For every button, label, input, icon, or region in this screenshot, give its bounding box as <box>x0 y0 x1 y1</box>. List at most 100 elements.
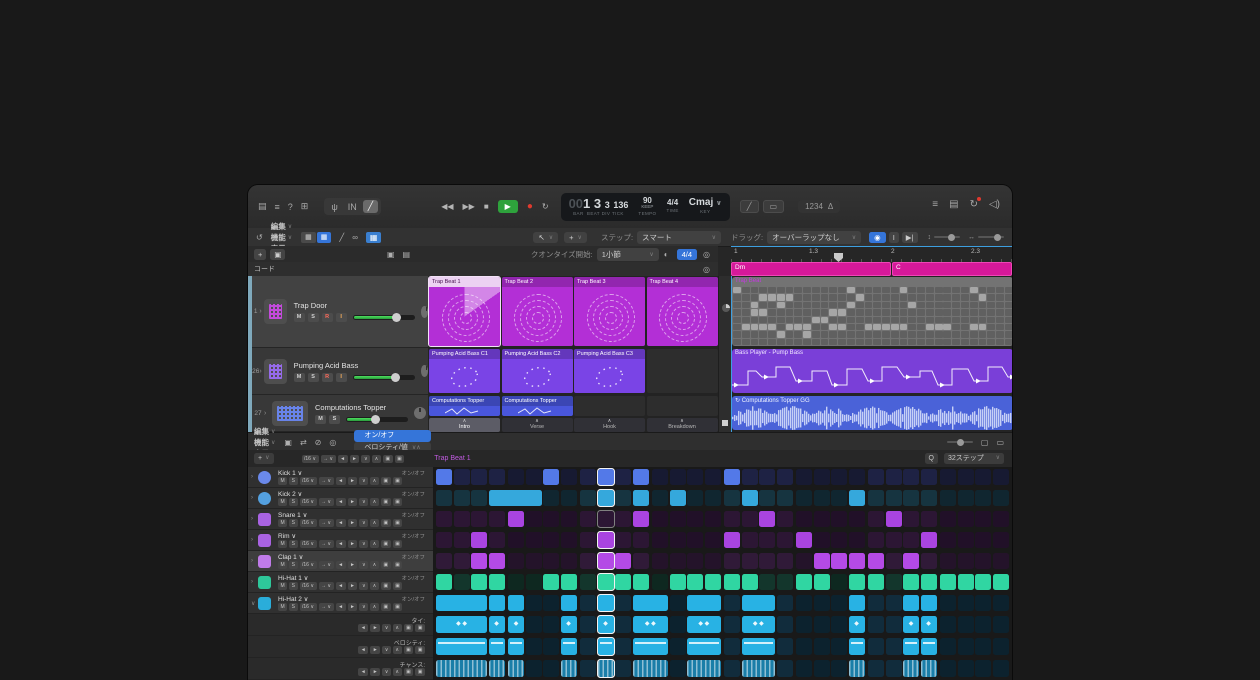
nudge-button-1[interactable]: ► <box>348 603 358 611</box>
step-cell[interactable] <box>849 532 865 548</box>
nudge-button-0[interactable]: ◄ <box>336 498 346 506</box>
volume-slider[interactable] <box>353 375 415 380</box>
step-cell[interactable] <box>580 511 596 527</box>
step-cell[interactable] <box>940 660 956 677</box>
active-step[interactable] <box>796 574 812 590</box>
row-option-button-1[interactable]: ▣ <box>415 668 425 676</box>
active-step[interactable] <box>489 553 505 569</box>
active-step[interactable] <box>489 595 505 611</box>
undo-icon[interactable]: ↺ <box>256 233 263 242</box>
step-cell[interactable] <box>526 553 542 569</box>
active-step[interactable] <box>868 553 884 569</box>
step-cell[interactable] <box>975 511 991 527</box>
pan-knob[interactable] <box>421 365 428 377</box>
step-cell[interactable] <box>958 532 974 548</box>
step-cell[interactable] <box>921 469 937 485</box>
row-option-button-1[interactable]: ▣ <box>393 582 403 590</box>
step-cell[interactable] <box>652 574 668 590</box>
active-step[interactable] <box>561 660 577 677</box>
step-cell[interactable] <box>849 511 865 527</box>
scene-trigger-verse[interactable]: ∧Verse <box>502 418 573 432</box>
step-cell[interactable] <box>526 595 542 611</box>
i-button[interactable]: I <box>336 313 347 322</box>
step-cell[interactable] <box>958 616 974 633</box>
pattern-browser-icon[interactable]: ▤ <box>403 250 411 259</box>
track-header-0[interactable]: 1›Trap DoorMSRI <box>252 276 428 348</box>
step-cell[interactable] <box>868 511 884 527</box>
scene-trigger-intro[interactable]: ∧Intro <box>429 418 500 432</box>
volume-slider[interactable] <box>346 417 408 422</box>
step-cell[interactable] <box>543 553 559 569</box>
step-cell[interactable] <box>652 469 668 485</box>
step-cell[interactable] <box>958 638 974 655</box>
volume-knob[interactable] <box>371 415 380 424</box>
step-cell[interactable] <box>454 490 470 506</box>
octave-button-0[interactable]: ∨ <box>359 603 368 611</box>
active-step[interactable] <box>921 574 937 590</box>
step-cell[interactable] <box>526 638 542 655</box>
s-button[interactable]: S <box>289 477 297 485</box>
active-step[interactable] <box>975 574 991 590</box>
row-option-button-1[interactable]: ▣ <box>393 498 403 506</box>
catch-playhead-button[interactable]: ◉ <box>869 232 886 243</box>
octave-button-0[interactable]: ∨ <box>382 624 391 632</box>
step-cell[interactable] <box>561 553 577 569</box>
step-cell[interactable] <box>580 532 596 548</box>
step-cell[interactable] <box>958 660 974 677</box>
step-cell[interactable] <box>993 660 1009 677</box>
direction-box[interactable]: → ∨ <box>319 498 334 506</box>
active-step[interactable] <box>615 553 631 569</box>
row-option-button-0[interactable]: ▣ <box>404 668 414 676</box>
step-cell[interactable] <box>633 553 649 569</box>
step-cell[interactable] <box>742 511 758 527</box>
scene-trigger-breakdown[interactable]: ∧Breakdown <box>647 418 718 432</box>
nudge-button-1[interactable]: ► <box>348 477 358 485</box>
r-button[interactable]: R <box>322 313 333 322</box>
active-step[interactable]: ◆ ◆ <box>436 616 487 633</box>
step-cell[interactable] <box>903 490 919 506</box>
active-step[interactable] <box>849 660 865 677</box>
step-cell[interactable] <box>724 638 740 655</box>
step-cell[interactable] <box>886 553 902 569</box>
s-button[interactable]: S <box>289 498 297 506</box>
active-step[interactable] <box>868 574 884 590</box>
cycle-button[interactable]: ↻ <box>542 202 549 211</box>
loop-cell[interactable]: Trap Beat 4 <box>647 277 718 346</box>
step-cell[interactable] <box>868 595 884 611</box>
active-step[interactable] <box>903 574 919 590</box>
step-cell[interactable] <box>777 490 793 506</box>
step-cell[interactable] <box>975 638 991 655</box>
active-step[interactable] <box>598 574 614 590</box>
step-cell[interactable] <box>724 553 740 569</box>
loop-cell[interactable]: Pumping Acid Bass C3 <box>574 349 645 393</box>
active-step[interactable]: ◆ <box>903 616 919 633</box>
active-step[interactable] <box>633 595 669 611</box>
step-cell[interactable] <box>777 616 793 633</box>
octave-button-0[interactable]: ∨ <box>382 646 391 654</box>
row-option-button-1[interactable]: ▣ <box>393 561 403 569</box>
empty-cell[interactable] <box>574 396 645 416</box>
step-cell[interactable] <box>993 595 1009 611</box>
active-step[interactable] <box>687 660 721 677</box>
active-step[interactable] <box>687 574 703 590</box>
step-cell[interactable] <box>814 469 830 485</box>
seq-row-rim[interactable]: ›Rim ∨オン/オフMS/16 ∨→ ∨◄►∨∧▣▣ <box>248 530 433 551</box>
step-cell[interactable] <box>670 616 686 633</box>
count-in-icon[interactable]: IN <box>344 201 361 213</box>
active-step[interactable] <box>598 469 614 485</box>
step-cell[interactable] <box>849 469 865 485</box>
nudge-button-1[interactable]: ► <box>370 668 380 676</box>
seq-subrow-tie[interactable]: タイ:◄►∨∧▣▣ <box>248 614 433 636</box>
active-step[interactable] <box>849 490 865 506</box>
step-cell[interactable] <box>543 638 559 655</box>
active-step[interactable] <box>598 660 614 677</box>
octave-button-0[interactable]: ∨ <box>359 561 368 569</box>
octave-button-1[interactable]: ∧ <box>370 603 379 611</box>
step-cell[interactable] <box>759 469 775 485</box>
forward-button[interactable]: ▶▶ <box>463 202 475 211</box>
active-step[interactable] <box>849 574 865 590</box>
active-step[interactable] <box>436 595 487 611</box>
active-step[interactable] <box>543 574 559 590</box>
octave-button-0[interactable]: ∨ <box>361 455 370 463</box>
row-option-button-0[interactable]: ▣ <box>381 519 391 527</box>
